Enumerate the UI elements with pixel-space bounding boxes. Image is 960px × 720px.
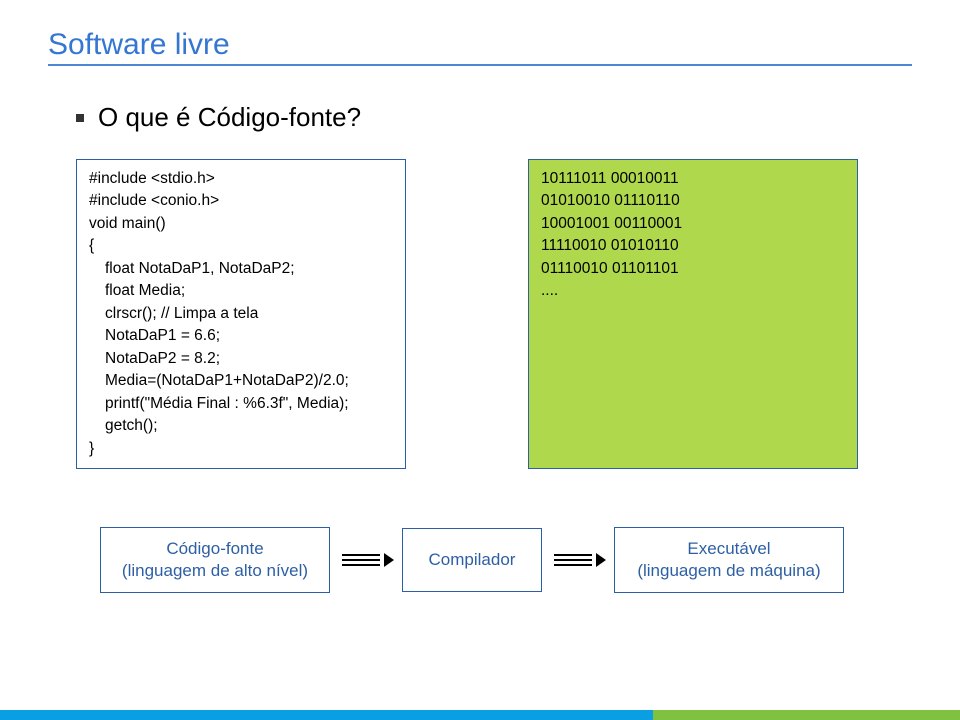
label-line: (linguagem de máquina) bbox=[629, 560, 829, 582]
executable-label-box: Executável (linguagem de máquina) bbox=[614, 527, 844, 593]
code-line: #include <stdio.h> bbox=[89, 168, 391, 190]
code-line: { bbox=[89, 235, 391, 257]
code-line: float Media; bbox=[89, 280, 391, 302]
slide: Software livre O que é Código-fonte? #in… bbox=[0, 0, 960, 720]
binary-line: 01010010 01110110 bbox=[541, 190, 843, 212]
footer-bar bbox=[0, 710, 960, 720]
source-label-box: Código-fonte (linguagem de alto nível) bbox=[100, 527, 330, 593]
source-code-box: #include <stdio.h> #include <conio.h> vo… bbox=[76, 159, 406, 469]
code-line: } bbox=[89, 438, 391, 460]
flow-row: Código-fonte (linguagem de alto nível) C… bbox=[48, 527, 912, 593]
code-line: Media=(NotaDaP1+NotaDaP2)/2.0; bbox=[89, 370, 391, 392]
label-line: Executável bbox=[629, 538, 829, 560]
arrow-icon bbox=[554, 553, 602, 567]
code-line: printf("Média Final : %6.3f", Media); bbox=[89, 393, 391, 415]
content-row: #include <stdio.h> #include <conio.h> vo… bbox=[48, 159, 912, 469]
label-line: (linguagem de alto nível) bbox=[115, 560, 315, 582]
binary-line: 01110010 01101101 bbox=[541, 258, 843, 280]
bullet-text: O que é Código-fonte? bbox=[98, 102, 361, 133]
label-line: Compilador bbox=[417, 549, 527, 571]
code-line: clrscr(); // Limpa a tela bbox=[89, 303, 391, 325]
page-title: Software livre bbox=[48, 28, 912, 62]
code-line: getch(); bbox=[89, 415, 391, 437]
title-underline bbox=[48, 64, 912, 66]
binary-line: 10001001 00110001 bbox=[541, 213, 843, 235]
code-line: void main() bbox=[89, 213, 391, 235]
label-line: Código-fonte bbox=[115, 538, 315, 560]
binary-box: 10111011 00010011 01010010 01110110 1000… bbox=[528, 159, 858, 469]
code-line: float NotaDaP1, NotaDaP2; bbox=[89, 258, 391, 280]
arrow-icon bbox=[342, 553, 390, 567]
bullet-item: O que é Código-fonte? bbox=[48, 102, 912, 133]
code-line: NotaDaP2 = 8.2; bbox=[89, 348, 391, 370]
bullet-icon bbox=[76, 114, 84, 122]
compiler-label-box: Compilador bbox=[402, 528, 542, 592]
code-line: #include <conio.h> bbox=[89, 190, 391, 212]
binary-line: .... bbox=[541, 280, 843, 302]
code-line: NotaDaP1 = 6.6; bbox=[89, 325, 391, 347]
binary-line: 11110010 01010110 bbox=[541, 235, 843, 257]
binary-line: 10111011 00010011 bbox=[541, 168, 843, 190]
